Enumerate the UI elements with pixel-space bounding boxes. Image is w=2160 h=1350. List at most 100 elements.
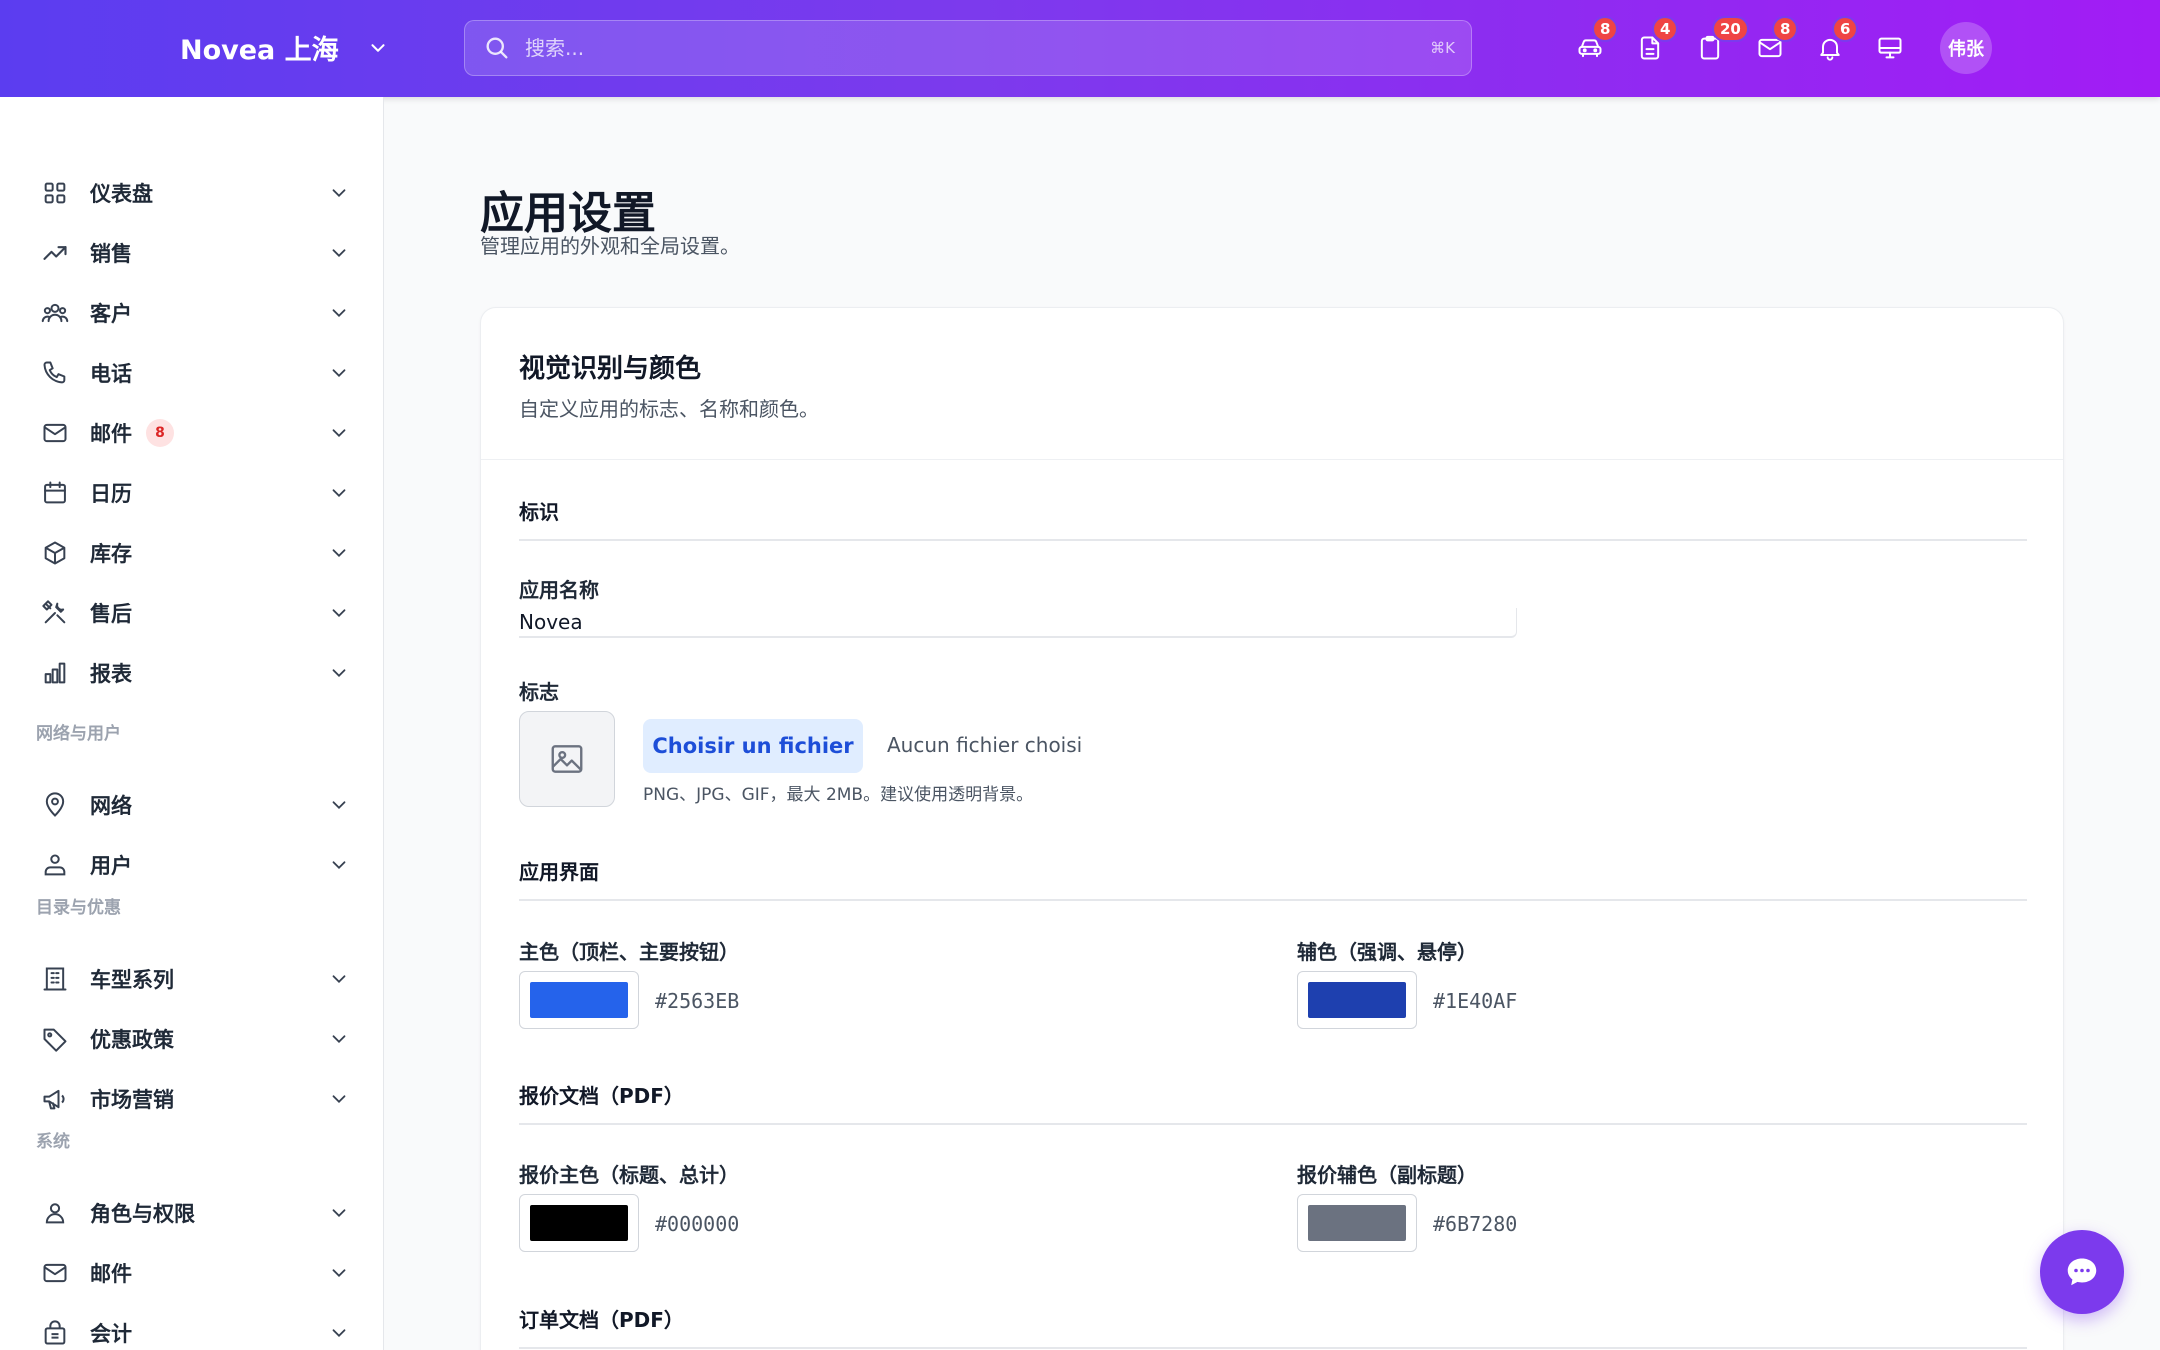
- chart-icon: [40, 658, 70, 688]
- count-badge: 8: [146, 419, 174, 447]
- sidebar-item-roles[interactable]: 角色与权限: [40, 1191, 350, 1235]
- tag-icon: [40, 1024, 70, 1054]
- chevron-down-icon: [332, 669, 346, 678]
- sidebar-item-after-sales[interactable]: 售后: [40, 591, 350, 635]
- color-fill: [530, 982, 628, 1018]
- notification-badge: 6: [1832, 16, 1859, 42]
- mail-icon: [40, 418, 70, 448]
- sidebar-item-customers[interactable]: 客户: [40, 291, 350, 335]
- megaphone-icon: [40, 1084, 70, 1114]
- logo-preview: [519, 711, 615, 807]
- main-content: 应用设置 管理应用的外观和全局设置。 视觉识别与颜色 自定义应用的标志、名称和颜…: [384, 97, 2160, 1350]
- settings-card: 视觉识别与颜色 自定义应用的标志、名称和颜色。 标识 应用名称 标志 Chois…: [480, 307, 2064, 1350]
- sidebar-item-users[interactable]: 用户: [40, 843, 350, 887]
- primary-color-label: 主色（顶栏、主要按钮）: [519, 940, 739, 964]
- color-fill: [1308, 1205, 1406, 1241]
- color-fill: [1308, 982, 1406, 1018]
- sidebar-item-label: 库存: [90, 542, 132, 566]
- file-status: Aucun fichier choisi: [887, 733, 1083, 757]
- sidebar-item-label: 日历: [90, 482, 132, 506]
- box-icon: [40, 538, 70, 568]
- sidebar-item-label: 邮件: [90, 422, 132, 446]
- location-icon: [40, 790, 70, 820]
- sidebar-item-mail[interactable]: 邮件 8: [40, 411, 350, 455]
- notification-badge: 20: [1712, 16, 1749, 42]
- sidebar-item-network[interactable]: 网络: [40, 783, 350, 827]
- chevron-down-icon: [332, 309, 346, 318]
- sidebar-item-marketing[interactable]: 市场营销: [40, 1077, 350, 1121]
- sidebar-item-label: 电话: [90, 362, 132, 386]
- chevron-down-icon: [332, 489, 346, 498]
- sidebar-item-label: 报表: [90, 662, 132, 686]
- secondary-color-picker[interactable]: [1297, 971, 1417, 1029]
- person-icon: [40, 1198, 70, 1228]
- search-bar[interactable]: ⌘K: [464, 20, 1472, 76]
- card-description: 自定义应用的标志、名称和颜色。: [519, 397, 819, 421]
- quote-secondary-color-picker[interactable]: [1297, 1194, 1417, 1252]
- app-name-label: 应用名称: [519, 578, 599, 602]
- section-catalog: 目录与优惠: [36, 898, 121, 918]
- clipboard-icon[interactable]: 20: [1692, 16, 1749, 66]
- dashboard-icon: [40, 178, 70, 208]
- chat-button[interactable]: [2040, 1230, 2124, 1314]
- brand-switcher[interactable]: Novea 上海: [180, 28, 389, 67]
- building-icon: [40, 964, 70, 994]
- search-input[interactable]: [525, 36, 1431, 60]
- document-icon[interactable]: 4: [1632, 16, 1679, 66]
- trend-icon: [40, 238, 70, 268]
- sidebar-item-label: 客户: [90, 302, 132, 326]
- sidebar-item-sales[interactable]: 销售: [40, 231, 350, 275]
- secondary-color-hex: #1E40AF: [1433, 989, 1518, 1013]
- sidebar-item-accounting[interactable]: 会计: [40, 1311, 350, 1350]
- choose-file-button[interactable]: Choisir un fichier: [643, 719, 863, 773]
- avatar[interactable]: 伟张: [1940, 22, 1992, 74]
- sidebar-item-label: 用户: [90, 854, 132, 878]
- primary-color-hex: #2563EB: [655, 989, 740, 1013]
- monitor-icon[interactable]: [1872, 30, 1908, 66]
- sidebar-item-offers[interactable]: 优惠政策: [40, 1017, 350, 1061]
- users-icon: [40, 298, 70, 328]
- chevron-down-icon: [332, 1095, 346, 1104]
- chevron-down-icon: [371, 43, 385, 52]
- sidebar-item-system-mail[interactable]: 邮件: [40, 1251, 350, 1295]
- sidebar-item-label: 市场营销: [90, 1088, 174, 1112]
- chevron-down-icon: [332, 801, 346, 810]
- sidebar-item-model-series[interactable]: 车型系列: [40, 957, 350, 1001]
- sidebar-item-label: 网络: [90, 794, 132, 818]
- tools-icon: [40, 598, 70, 628]
- card-header: 视觉识别与颜色 自定义应用的标志、名称和颜色。: [481, 308, 2063, 460]
- calendar-icon: [40, 478, 70, 508]
- group-interface: 应用界面: [519, 856, 2027, 901]
- mail-icon: [40, 1258, 70, 1288]
- sidebar: 仪表盘 销售 客户 电话 邮件 8 日历 库存 售后 报表 网络与用户 网络 用…: [0, 97, 384, 1350]
- chevron-down-icon: [332, 1209, 346, 1218]
- section-system: 系统: [36, 1132, 70, 1152]
- sidebar-item-label: 角色与权限: [90, 1202, 195, 1226]
- chevron-down-icon: [332, 1329, 346, 1338]
- app-name-input[interactable]: [519, 608, 1517, 638]
- notification-badge: 8: [1592, 16, 1619, 42]
- sidebar-item-phone[interactable]: 电话: [40, 351, 350, 395]
- mail-icon[interactable]: 8: [1752, 16, 1799, 66]
- quote-primary-color-picker[interactable]: [519, 1194, 639, 1252]
- image-icon: [551, 745, 583, 773]
- chevron-down-icon: [332, 1035, 346, 1044]
- chevron-down-icon: [332, 249, 346, 258]
- chevron-down-icon: [332, 429, 346, 438]
- sidebar-item-label: 优惠政策: [90, 1028, 174, 1052]
- quote-primary-label: 报价主色（标题、总计）: [519, 1163, 739, 1187]
- sidebar-item-label: 会计: [90, 1322, 132, 1346]
- sidebar-item-reports[interactable]: 报表: [40, 651, 350, 695]
- primary-color-picker[interactable]: [519, 971, 639, 1029]
- car-icon[interactable]: 8: [1572, 16, 1619, 66]
- section-network-users: 网络与用户: [36, 724, 121, 744]
- bell-icon[interactable]: 6: [1812, 16, 1859, 66]
- sidebar-item-inventory[interactable]: 库存: [40, 531, 350, 575]
- chevron-down-icon: [332, 189, 346, 198]
- sidebar-item-label: 售后: [90, 602, 132, 626]
- phone-icon: [40, 358, 70, 388]
- sidebar-item-calendar[interactable]: 日历: [40, 471, 350, 515]
- sidebar-item-dashboard[interactable]: 仪表盘: [40, 171, 350, 215]
- chat-icon: [2067, 1258, 2097, 1286]
- bag-icon: [40, 1318, 70, 1348]
